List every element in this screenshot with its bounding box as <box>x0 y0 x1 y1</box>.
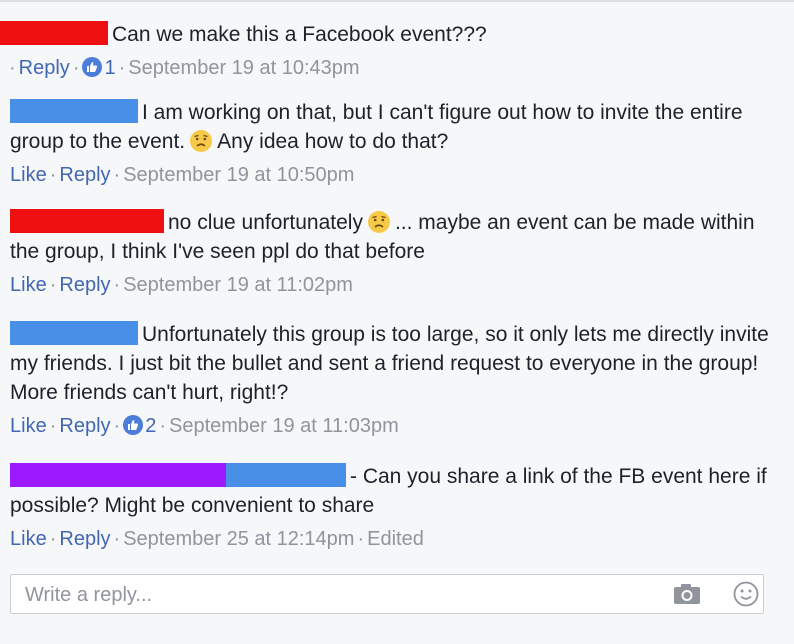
comment-5: - Can you share a link of the FB event h… <box>10 462 780 552</box>
reply-composer <box>10 574 764 615</box>
timestamp[interactable]: September 19 at 10:43pm <box>128 57 359 79</box>
redacted-author-name[interactable] <box>0 21 108 45</box>
redacted-author-name[interactable] <box>10 463 226 487</box>
reply-link[interactable]: Reply <box>59 274 110 296</box>
sad-emoji-icon <box>367 211 390 233</box>
like-link[interactable]: Like <box>10 164 47 186</box>
reply-link[interactable]: Reply <box>19 57 70 79</box>
comment-actions: Like · Reply · September 19 at 11:02pm <box>10 274 353 296</box>
comment-actions: Like · Reply · September 25 at 12:14pm · Edite… <box>10 528 424 550</box>
comment-3: no clue unfortunately... maybe an event … <box>10 208 780 298</box>
like-reaction-icon[interactable] <box>123 415 144 435</box>
like-link[interactable]: Like <box>10 528 47 550</box>
timestamp[interactable]: September 19 at 11:02pm <box>123 274 353 296</box>
reaction-count[interactable]: 2 <box>145 415 156 437</box>
comment-body: I am working on that, but I can't figure… <box>10 98 780 156</box>
comment-body: - Can you share a link of the FB event h… <box>10 462 780 520</box>
smiley-sticker-icon[interactable] <box>733 581 759 607</box>
camera-icon[interactable] <box>673 583 701 605</box>
comment-actions: · Reply · 1 · September 19 at 10:43pm <box>9 57 360 79</box>
like-link[interactable]: Like <box>10 415 47 437</box>
top-divider <box>0 0 794 2</box>
like-link[interactable]: Like <box>10 274 47 296</box>
redacted-tagged-name[interactable] <box>226 463 346 487</box>
reply-input[interactable] <box>23 575 647 615</box>
reply-link[interactable]: Reply <box>59 164 110 186</box>
redacted-author-name[interactable] <box>10 321 138 345</box>
reply-link[interactable]: Reply <box>59 528 110 550</box>
like-reaction-icon[interactable] <box>82 57 103 77</box>
timestamp[interactable]: September 25 at 12:14pm <box>123 528 354 550</box>
comment-text: Can we make this a Facebook event??? <box>112 23 487 46</box>
redacted-author-name[interactable] <box>10 99 138 123</box>
reply-link[interactable]: Reply <box>59 415 110 437</box>
comment-text-continued: Any idea how to do that? <box>217 130 449 153</box>
comment-4: Unfortunately this group is too large, s… <box>10 320 780 439</box>
comment-2: I am working on that, but I can't figure… <box>10 98 780 188</box>
edited-label[interactable]: Edited <box>367 528 424 550</box>
comment-actions: Like · Reply · September 19 at 10:50pm <box>10 164 355 186</box>
sad-emoji-icon <box>190 130 213 152</box>
comment-body: Can we make this a Facebook event??? <box>0 20 770 49</box>
redacted-author-name[interactable] <box>10 209 164 233</box>
reaction-count[interactable]: 1 <box>104 57 115 79</box>
timestamp[interactable]: September 19 at 11:03pm <box>169 415 399 437</box>
comment-1: Can we make this a Facebook event??? · Re… <box>0 20 770 81</box>
comment-actions: Like · Reply · 2 · September 19 at 11:03pm <box>10 415 399 437</box>
timestamp[interactable]: September 19 at 10:50pm <box>123 164 354 186</box>
comment-body: Unfortunately this group is too large, s… <box>10 320 780 407</box>
comment-body: no clue unfortunately... maybe an event … <box>10 208 780 266</box>
comment-text: no clue unfortunately <box>168 211 363 234</box>
